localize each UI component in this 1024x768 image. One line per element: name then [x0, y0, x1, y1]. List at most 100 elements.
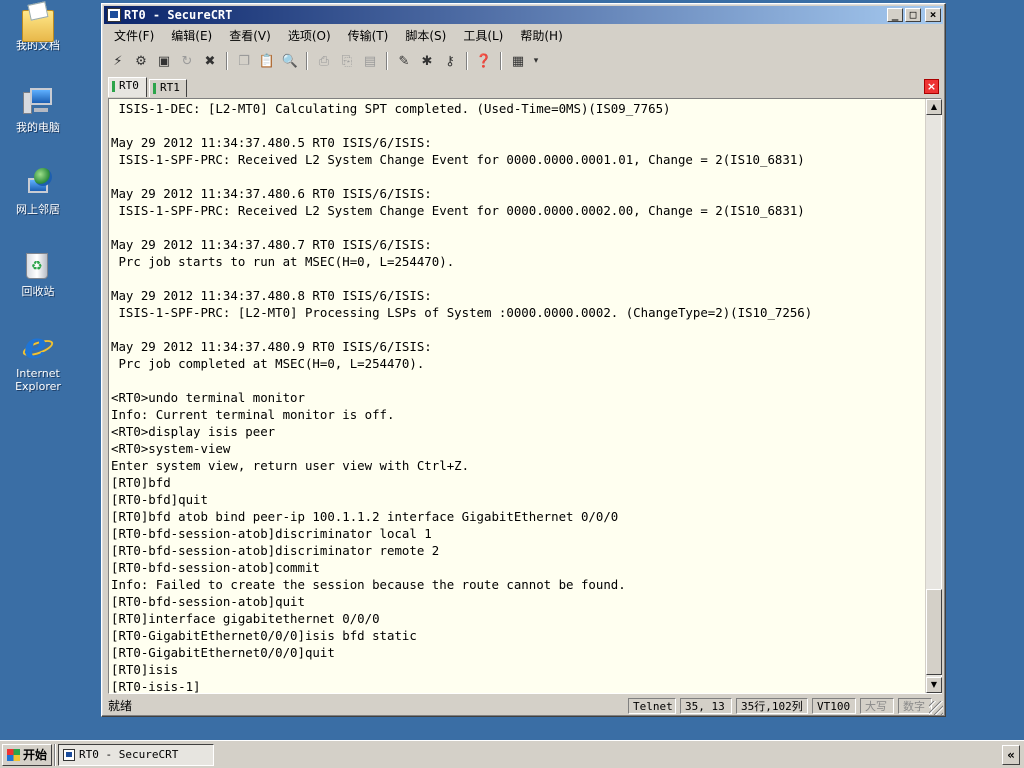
terminal-line: [RT0]bfd atob bind peer-ip 100.1.1.2 int…	[111, 509, 619, 524]
print-icon[interactable]: ⎙	[314, 51, 334, 71]
terminal-line: [RT0]isis	[111, 662, 179, 677]
terminal-line: ISIS-1-DEC: [L2-MT0] Calculating SPT com…	[111, 101, 671, 116]
terminal-line: [RT0-GigabitEthernet0/0/0]isis bfd stati…	[111, 628, 417, 643]
windows-flag-icon	[7, 749, 20, 761]
toolbar-separator	[386, 52, 388, 70]
menu-transfer[interactable]: 传输(T)	[348, 27, 389, 44]
terminal-line: Enter system view, return user view with…	[111, 458, 470, 473]
terminal-line: Info: Failed to create the session becau…	[111, 577, 626, 592]
session-options-icon[interactable]: ✎	[394, 51, 414, 71]
global-options-icon[interactable]: ✱	[417, 51, 437, 71]
status-num-lock: 数字	[898, 698, 932, 714]
menu-file[interactable]: 文件(F)	[114, 27, 154, 44]
taskbar: 开始 RT0 - SecureCRT «	[0, 740, 1024, 768]
terminal-line: [RT0]interface gigabitethernet 0/0/0	[111, 611, 380, 626]
terminal-line: [RT0-bfd-session-atob]quit	[111, 594, 305, 609]
terminal-line: May 29 2012 11:34:37.480.5 RT0 ISIS/6/IS…	[111, 135, 432, 150]
sftp-icon[interactable]: ▦	[508, 51, 528, 71]
desktop-icon-label: Internet Explorer	[15, 367, 61, 393]
terminal-line: [RT0-isis-1]	[111, 679, 201, 693]
terminal-line: [RT0]bfd	[111, 475, 171, 490]
start-label: 开始	[23, 748, 48, 762]
tab-rt1[interactable]: RT1	[149, 79, 187, 97]
taskbar-item-securecrt[interactable]: RT0 - SecureCRT	[58, 744, 214, 766]
menu-tools[interactable]: 工具(L)	[463, 27, 503, 44]
session-tab-bar: RT0 RT1 ×	[108, 77, 939, 97]
desktop-icon-recycle-bin[interactable]: ♻ 回收站	[6, 250, 70, 298]
resize-grip[interactable]	[929, 701, 943, 715]
status-emulation: VT100	[812, 698, 856, 714]
menu-options[interactable]: 选项(O)	[288, 27, 331, 44]
reconnect-icon[interactable]: ↻	[177, 51, 197, 71]
terminal-line: Prc job completed at MSEC(H=0, L=254470)…	[111, 356, 425, 371]
connect-tab-icon[interactable]: ▣	[154, 51, 174, 71]
tab-rt0[interactable]: RT0	[108, 77, 147, 97]
close-tab-icon[interactable]: ×	[924, 79, 939, 94]
minimize-button[interactable]: _	[887, 8, 903, 22]
toolbar: ⚡ ⚙ ▣ ↻ ✖ ❐ 📋 🔍 ⎙ ⎘ ▤ ✎ ✱ ⚷ ❓ ▦ ▾	[108, 48, 541, 74]
my-computer-icon	[22, 86, 54, 118]
toolbar-overflow-icon[interactable]: ▾	[531, 51, 541, 71]
paste-icon[interactable]: 📋	[257, 51, 277, 71]
scroll-down-button[interactable]: ▼	[926, 677, 942, 693]
title-bar[interactable]: RT0 - SecureCRT _ □ ×	[104, 6, 943, 24]
terminal-line: May 29 2012 11:34:37.480.6 RT0 ISIS/6/IS…	[111, 186, 432, 201]
connect-icon[interactable]: ⚡	[108, 51, 128, 71]
window-title: RT0 - SecureCRT	[124, 8, 233, 22]
my-documents-icon	[22, 10, 54, 42]
copy-icon[interactable]: ❐	[234, 51, 254, 71]
securecrt-app-icon[interactable]	[107, 8, 121, 22]
print-setup-icon[interactable]: ▤	[360, 51, 380, 71]
keymap-icon[interactable]: ⚷	[440, 51, 460, 71]
terminal-line: May 29 2012 11:34:37.480.8 RT0 ISIS/6/IS…	[111, 288, 432, 303]
find-icon[interactable]: 🔍	[280, 51, 300, 71]
vertical-scrollbar[interactable]: ▲ ▼	[925, 99, 942, 693]
toolbar-separator	[306, 52, 308, 70]
terminal-line: [RT0-bfd-session-atob]discriminator loca…	[111, 526, 432, 541]
terminal-line: Prc job starts to run at MSEC(H=0, L=254…	[111, 254, 455, 269]
terminal-line: [RT0-GigabitEthernet0/0/0]quit	[111, 645, 335, 660]
scroll-thumb[interactable]	[926, 589, 942, 675]
securecrt-app-icon	[63, 749, 75, 761]
terminal-line: [RT0-bfd-session-atob]discriminator remo…	[111, 543, 440, 558]
status-bar: 就绪 Telnet 35, 13 35行,102列 VT100 大写 数字	[104, 697, 943, 715]
menu-view[interactable]: 查看(V)	[229, 27, 271, 44]
desktop-icon-my-computer[interactable]: 我的电脑	[6, 86, 70, 134]
terminal-line: May 29 2012 11:34:37.480.7 RT0 ISIS/6/IS…	[111, 237, 432, 252]
terminal-line: <RT0>undo terminal monitor	[111, 390, 305, 405]
desktop-icon-internet-explorer[interactable]: e Internet Explorer	[6, 328, 70, 393]
securecrt-window: RT0 - SecureCRT _ □ × 文件(F) 编辑(E) 查看(V) …	[101, 3, 946, 717]
scroll-up-button[interactable]: ▲	[926, 99, 942, 115]
help-icon[interactable]: ❓	[474, 51, 494, 71]
close-button[interactable]: ×	[925, 8, 941, 22]
status-caps-lock: 大写	[860, 698, 894, 714]
status-ready: 就绪	[108, 699, 133, 713]
terminal-line: Info: Current terminal monitor is off.	[111, 407, 395, 422]
desktop-icon-network-places[interactable]: 网上邻居	[6, 168, 70, 216]
terminal-line: ISIS-1-SPF-PRC: Received L2 System Chang…	[111, 152, 805, 167]
desktop-icon-my-documents[interactable]: 我的文档	[6, 4, 70, 52]
tray-expand-button[interactable]: «	[1002, 745, 1020, 765]
terminal-line: ISIS-1-SPF-PRC: [L2-MT0] Processing LSPs…	[111, 305, 813, 320]
terminal-output[interactable]: ISIS-1-DEC: [L2-MT0] Calculating SPT com…	[109, 99, 925, 693]
desktop-icon-label: 回收站	[21, 285, 55, 298]
status-protocol: Telnet	[628, 698, 676, 714]
print-selection-icon[interactable]: ⎘	[337, 51, 357, 71]
taskbar-item-label: RT0 - SecureCRT	[79, 748, 179, 761]
menu-help[interactable]: 帮助(H)	[520, 27, 562, 44]
start-button[interactable]: 开始	[2, 744, 52, 766]
menu-edit[interactable]: 编辑(E)	[171, 27, 212, 44]
quick-connect-icon[interactable]: ⚙	[131, 51, 151, 71]
menu-script[interactable]: 脚本(S)	[405, 27, 446, 44]
maximize-button[interactable]: □	[905, 8, 921, 22]
toolbar-separator	[226, 52, 228, 70]
disconnect-icon[interactable]: ✖	[200, 51, 220, 71]
terminal-frame: ISIS-1-DEC: [L2-MT0] Calculating SPT com…	[108, 98, 942, 694]
terminal-line: ISIS-1-SPF-PRC: Received L2 System Chang…	[111, 203, 805, 218]
taskbar-separator	[54, 744, 56, 766]
terminal-line: May 29 2012 11:34:37.480.9 RT0 ISIS/6/IS…	[111, 339, 432, 354]
